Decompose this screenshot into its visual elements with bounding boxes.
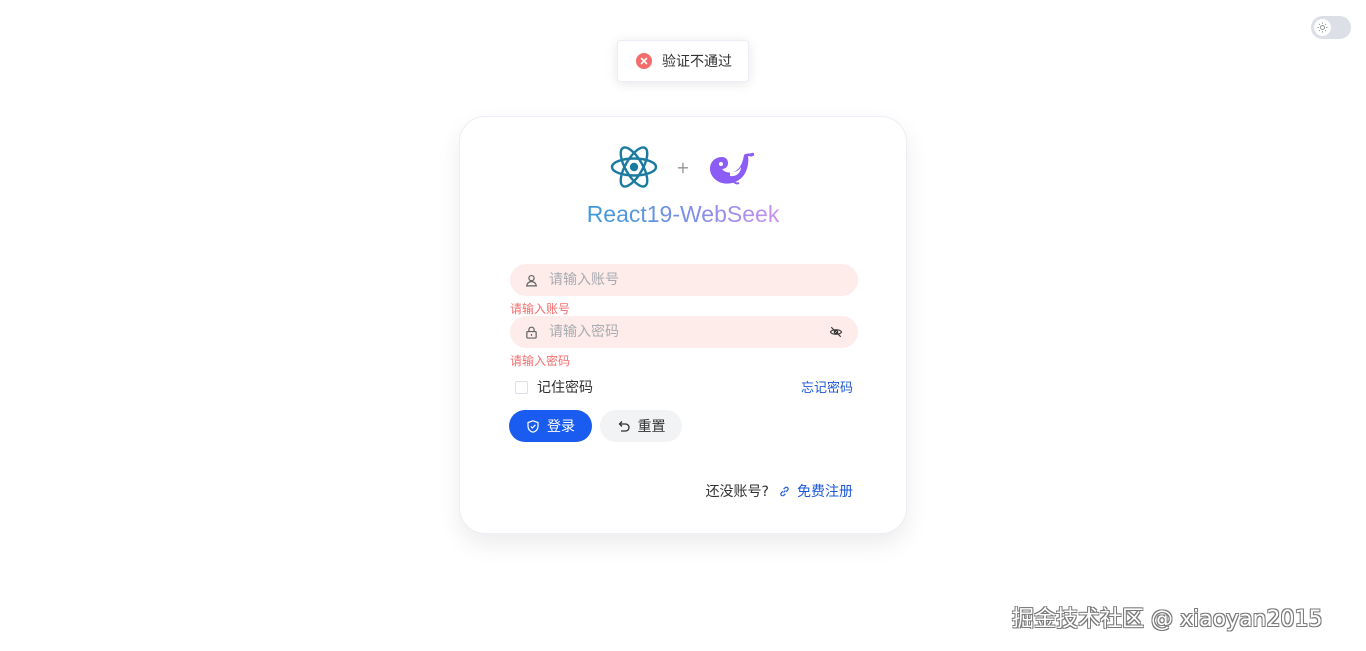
checkbox-box[interactable] [515, 380, 528, 394]
register-label: 免费注册 [797, 484, 853, 500]
link-icon [779, 485, 791, 497]
login-card: + React19-WebSeek 请输入账号 请输入密 [459, 116, 907, 534]
error-circle-icon [636, 53, 652, 69]
app-title: React19-WebSeek [460, 201, 906, 228]
reset-button[interactable]: 重置 [600, 410, 682, 442]
login-label: 登录 [547, 419, 575, 435]
react-logo-icon [611, 146, 658, 188]
username-field[interactable] [510, 264, 858, 296]
password-field[interactable] [510, 316, 858, 348]
username-error: 请输入账号 [510, 302, 571, 316]
password-input[interactable] [549, 324, 828, 340]
lock-icon [524, 325, 538, 339]
toast-message: 验证不通过 [662, 54, 732, 70]
reset-label: 重置 [637, 419, 666, 435]
deepseek-whale-icon [709, 152, 754, 185]
plus-sign: + [676, 157, 690, 177]
remember-password-checkbox[interactable]: 记住密码 [515, 377, 593, 397]
undo-icon [617, 420, 630, 433]
register-prompt: 还没账号? [705, 484, 769, 500]
app-title-text: React19-WebSeek [586, 201, 780, 227]
username-input[interactable] [549, 272, 844, 288]
login-page: 验证不通过 + React19-WebSeek 请输入账号 请输入账号 请输入密… [0, 0, 1366, 651]
eye-off-icon[interactable] [828, 324, 844, 340]
error-toast: 验证不通过 [617, 40, 749, 82]
shield-check-icon [526, 419, 539, 433]
logo-row: + [460, 145, 906, 189]
password-error: 请输入密码 [510, 354, 571, 368]
forgot-password-link[interactable]: 忘记密码 [801, 377, 853, 396]
register-link[interactable]: 免费注册 [779, 481, 853, 501]
login-button[interactable]: 登录 [509, 410, 592, 442]
watermark-text: 掘金技术社区 @ xiaoyan2015 [1012, 607, 1323, 632]
theme-toggle-knob [1314, 19, 1331, 36]
register-row: 还没账号? 免费注册 [706, 481, 853, 501]
theme-toggle[interactable] [1311, 16, 1351, 39]
remember-label: 记住密码 [537, 380, 593, 396]
user-icon [524, 273, 538, 287]
sun-icon [1317, 22, 1328, 33]
